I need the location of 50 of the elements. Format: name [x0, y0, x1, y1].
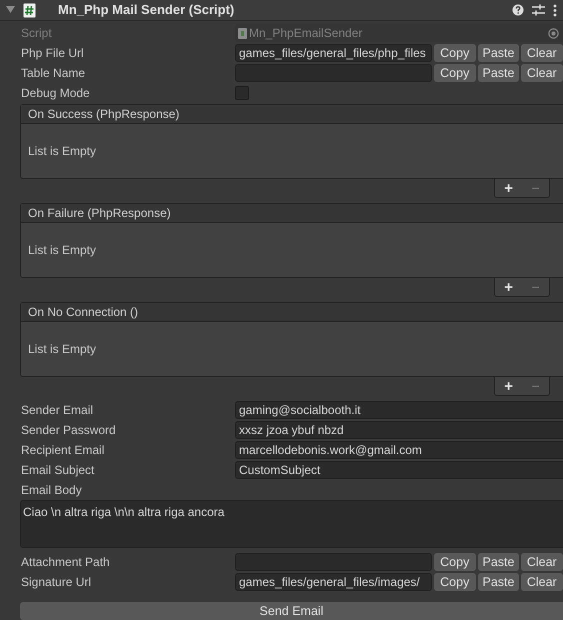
field-label: Script	[20, 25, 53, 42]
script-file-icon	[238, 28, 247, 38]
text-field[interactable]: CustomSubject	[235, 461, 563, 479]
action-button[interactable]: Clear	[520, 553, 563, 571]
event-title: On No Connection ()	[28, 304, 138, 321]
help-icon[interactable]	[512, 4, 524, 16]
component-title: Mn_Php Mail Sender (Script)	[58, 1, 234, 20]
action-button[interactable]: Copy	[434, 44, 476, 62]
object-name: Mn_PhpEmailSender	[249, 25, 364, 42]
empty-list-text: List is Empty	[28, 143, 96, 160]
text-area[interactable]: Ciao \n altra riga \n\n altra riga ancora	[20, 500, 563, 548]
script-icon	[23, 2, 36, 18]
action-button[interactable]: Copy	[434, 553, 476, 571]
text-field[interactable]: xxsz jzoa ybuf nbzd	[235, 421, 563, 439]
action-button[interactable]: Paste	[478, 44, 518, 62]
action-button[interactable]: Copy	[434, 64, 476, 82]
field-label: Sender Password	[20, 422, 117, 439]
add-button[interactable]: +	[504, 378, 514, 394]
action-button[interactable]: Paste	[478, 64, 518, 82]
expand-arrow-icon[interactable]	[6, 6, 15, 14]
event-title: On Failure (PhpResponse)	[28, 205, 171, 222]
field-label: Email Body	[20, 482, 83, 499]
settings-sliders-icon[interactable]	[532, 4, 545, 16]
action-button[interactable]: Copy	[434, 573, 476, 591]
text-field[interactable]: games_files/general_files/php_files	[235, 44, 432, 62]
field-label: Debug Mode	[20, 85, 91, 102]
event-title: On Success (PhpResponse)	[28, 106, 180, 123]
checkbox[interactable]	[235, 86, 249, 100]
field-label: Php File Url	[20, 45, 85, 62]
add-button[interactable]: +	[504, 280, 514, 294]
text-field[interactable]: marcellodebonis.work@gmail.com	[235, 441, 563, 459]
text-field[interactable]: games_files/general_files/images/	[235, 573, 432, 591]
field-label: Sender Email	[20, 402, 94, 419]
target-picker-icon[interactable]	[548, 28, 559, 38]
field-label: Attachment Path	[20, 554, 111, 571]
send-email-button[interactable]: Send Email	[20, 602, 563, 620]
empty-list-text: List is Empty	[28, 341, 96, 358]
add-button[interactable]: +	[504, 180, 514, 196]
empty-list-text: List is Empty	[28, 242, 96, 259]
action-button[interactable]: Paste	[478, 553, 518, 571]
action-button[interactable]: Paste	[478, 573, 518, 591]
action-button[interactable]: Clear	[520, 44, 563, 62]
action-button[interactable]: Clear	[520, 573, 563, 591]
field-label: Recipient Email	[20, 442, 106, 459]
field-label: Signature Url	[20, 574, 92, 591]
field-label: Email Subject	[20, 462, 96, 479]
field-label: Table Name	[20, 65, 86, 82]
more-options-icon[interactable]	[553, 4, 557, 16]
action-button[interactable]: Clear	[520, 64, 563, 82]
text-field[interactable]: gaming@socialbooth.it	[235, 401, 563, 419]
